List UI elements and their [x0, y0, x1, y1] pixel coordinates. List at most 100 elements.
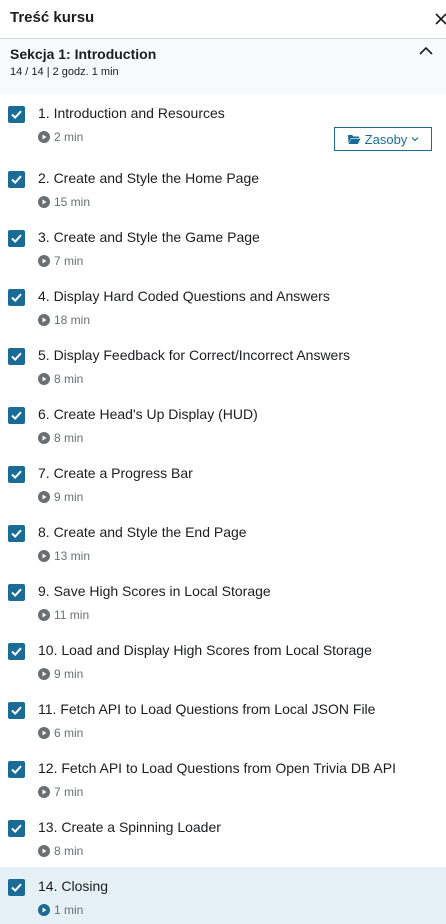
duration-text: 1 min — [54, 903, 84, 917]
lesson-title: 13. Create a Spinning Loader — [38, 819, 221, 835]
lesson-item[interactable]: 8. Create and Style the End Page 13 min — [0, 513, 446, 572]
lesson-item[interactable]: 5. Display Feedback for Correct/Incorrec… — [0, 336, 446, 395]
play-circle-icon — [38, 131, 50, 143]
lesson-duration: 1 min — [38, 903, 83, 917]
checkmark-icon — [11, 234, 22, 244]
duration-text: 8 min — [54, 844, 84, 858]
play-circle-icon — [38, 196, 50, 208]
lesson-duration: 18 min — [38, 313, 90, 327]
checkmark-icon — [11, 529, 22, 539]
completed-checkbox[interactable] — [8, 702, 25, 719]
course-content-header: Treść kursu — [0, 0, 446, 39]
folder-open-icon — [347, 135, 361, 144]
completed-checkbox[interactable] — [8, 879, 25, 896]
checkmark-icon — [11, 470, 22, 480]
completed-checkbox[interactable] — [8, 171, 25, 188]
lesson-duration: 8 min — [38, 372, 83, 386]
checkmark-icon — [11, 352, 22, 362]
lesson-title: 7. Create a Progress Bar — [38, 465, 193, 481]
duration-text: 7 min — [54, 254, 84, 268]
checkmark-icon — [11, 293, 22, 303]
lesson-item[interactable]: 2. Create and Style the Home Page 15 min — [0, 159, 446, 218]
lesson-title: 10. Load and Display High Scores from Lo… — [38, 642, 372, 658]
play-circle-icon — [38, 727, 50, 739]
lesson-title: 2. Create and Style the Home Page — [38, 170, 260, 186]
checkmark-icon — [11, 411, 22, 421]
completed-checkbox[interactable] — [8, 525, 25, 542]
lesson-title: 8. Create and Style the End Page — [38, 524, 247, 540]
completed-checkbox[interactable] — [8, 407, 25, 424]
play-circle-icon — [38, 255, 50, 267]
lesson-item[interactable]: 10. Load and Display High Scores from Lo… — [0, 631, 446, 690]
duration-text: 13 min — [54, 549, 91, 563]
lesson-item[interactable]: 9. Save High Scores in Local Storage 11 … — [0, 572, 446, 631]
completed-checkbox[interactable] — [8, 289, 25, 306]
lesson-item[interactable]: 7. Create a Progress Bar 9 min — [0, 454, 446, 513]
lesson-title: 4. Display Hard Coded Questions and Answ… — [38, 288, 330, 304]
duration-text: 18 min — [54, 313, 91, 327]
chevron-up-icon[interactable] — [418, 45, 434, 57]
lesson-title: 9. Save High Scores in Local Storage — [38, 583, 271, 599]
play-circle-icon — [38, 373, 50, 385]
play-circle-icon — [38, 845, 50, 857]
duration-text: 2 min — [54, 130, 84, 144]
checkmark-icon — [11, 110, 22, 120]
section-header[interactable]: Sekcja 1: Introduction 14 / 14 | 2 godz.… — [0, 39, 446, 95]
lesson-duration: 2 min — [38, 130, 83, 144]
lesson-list: 1. Introduction and Resources 2 min Zaso… — [0, 94, 446, 924]
duration-text: 15 min — [54, 195, 91, 209]
completed-checkbox[interactable] — [8, 643, 25, 660]
checkmark-icon — [11, 883, 22, 893]
lesson-item[interactable]: 4. Display Hard Coded Questions and Answ… — [0, 277, 446, 336]
lesson-item-active[interactable]: 14. Closing 1 min — [0, 867, 446, 924]
play-circle-icon — [38, 491, 50, 503]
lesson-duration: 8 min — [38, 431, 83, 445]
duration-text: 8 min — [54, 431, 84, 445]
checkmark-icon — [11, 647, 22, 657]
duration-text: 9 min — [54, 490, 84, 504]
completed-checkbox[interactable] — [8, 584, 25, 601]
completed-checkbox[interactable] — [8, 466, 25, 483]
section-title: Sekcja 1: Introduction — [10, 46, 157, 62]
lesson-title: 3. Create and Style the Game Page — [38, 229, 260, 245]
close-icon[interactable] — [433, 11, 446, 27]
lesson-title: 5. Display Feedback for Correct/Incorrec… — [38, 347, 351, 363]
play-circle-icon — [38, 668, 50, 680]
lesson-title: 6. Create Head's Up Display (HUD) — [38, 406, 258, 422]
resources-button[interactable]: Zasoby — [334, 127, 432, 151]
lesson-duration: 9 min — [38, 490, 83, 504]
play-circle-icon — [38, 432, 50, 444]
section-progress: 14 / 14 | 2 godz. 1 min — [10, 66, 119, 78]
lesson-duration: 7 min — [38, 254, 83, 268]
completed-checkbox[interactable] — [8, 348, 25, 365]
lesson-title: 12. Fetch API to Load Questions from Ope… — [38, 760, 396, 776]
completed-checkbox[interactable] — [8, 230, 25, 247]
lesson-item[interactable]: 1. Introduction and Resources 2 min Zaso… — [0, 94, 446, 159]
lesson-duration: 9 min — [38, 667, 83, 681]
play-circle-icon — [38, 609, 50, 621]
lesson-title: 11. Fetch API to Load Questions from Loc… — [38, 701, 376, 717]
resources-label: Zasoby — [364, 131, 408, 147]
lesson-duration: 6 min — [38, 726, 83, 740]
lesson-duration: 7 min — [38, 785, 83, 799]
lesson-item[interactable]: 11. Fetch API to Load Questions from Loc… — [0, 690, 446, 749]
checkmark-icon — [11, 588, 22, 598]
lesson-duration: 11 min — [38, 608, 89, 622]
lesson-duration: 15 min — [38, 195, 90, 209]
play-circle-icon — [38, 314, 50, 326]
lesson-duration: 13 min — [38, 549, 90, 563]
panel-title: Treść kursu — [10, 9, 95, 26]
lesson-item[interactable]: 12. Fetch API to Load Questions from Ope… — [0, 749, 446, 808]
completed-checkbox[interactable] — [8, 106, 25, 123]
lesson-item[interactable]: 13. Create a Spinning Loader 8 min — [0, 808, 446, 867]
duration-text: 7 min — [54, 785, 84, 799]
chevron-down-icon — [411, 137, 419, 142]
lesson-duration: 8 min — [38, 844, 83, 858]
checkmark-icon — [11, 175, 22, 185]
play-circle-icon — [38, 904, 50, 916]
completed-checkbox[interactable] — [8, 761, 25, 778]
lesson-item[interactable]: 3. Create and Style the Game Page 7 min — [0, 218, 446, 277]
lesson-item[interactable]: 6. Create Head's Up Display (HUD) 8 min — [0, 395, 446, 454]
completed-checkbox[interactable] — [8, 820, 25, 837]
play-circle-icon — [38, 550, 50, 562]
